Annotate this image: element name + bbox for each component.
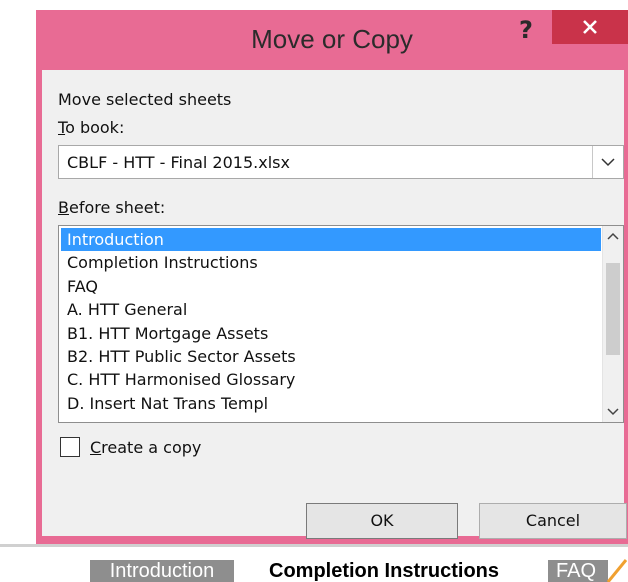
before-sheet-label-text: efore sheet: [68, 198, 166, 217]
create-copy-label[interactable]: Create a copy [90, 438, 201, 457]
close-button[interactable] [552, 10, 628, 44]
before-sheet-listbox[interactable]: Introduction Completion Instructions FAQ… [58, 225, 624, 423]
vertical-scrollbar[interactable] [602, 226, 623, 422]
help-button[interactable]: ? [514, 16, 538, 46]
sheet-list-item[interactable]: Completion Instructions [61, 251, 601, 274]
sheet-list-item[interactable]: B1. HTT Mortgage Assets [61, 322, 601, 345]
sheet-list: Introduction Completion Instructions FAQ… [61, 228, 601, 420]
scroll-down-button[interactable] [603, 402, 623, 422]
sheet-tab-completion-instructions[interactable]: Completion Instructions [234, 560, 534, 582]
sheet-tab-faq[interactable]: FAQ [548, 560, 608, 582]
sheet-tab-introduction[interactable]: Introduction [90, 560, 234, 582]
create-copy-accelerator: C [90, 438, 102, 457]
to-book-accelerator: T [58, 118, 66, 137]
chevron-down-icon [607, 408, 619, 416]
dialog-body: Move selected sheets To book: CBLF - HTT… [42, 70, 627, 539]
move-selected-sheets-label: Move selected sheets [58, 90, 232, 109]
create-copy-checkbox[interactable] [60, 437, 80, 457]
scroll-up-button[interactable] [603, 226, 623, 246]
cancel-button[interactable]: Cancel [479, 503, 627, 539]
sheet-list-item[interactable]: Introduction [61, 228, 601, 252]
create-copy-label-text: reate a copy [101, 438, 202, 457]
to-book-value: CBLF - HTT - Final 2015.xlsx [67, 153, 290, 172]
move-or-copy-dialog: Move or Copy ? Move selected sheets To b… [36, 10, 628, 544]
chevron-down-icon [601, 157, 615, 166]
to-book-label-text: o book: [65, 118, 125, 137]
chevron-up-icon [607, 232, 619, 240]
to-book-dropdown[interactable]: CBLF - HTT - Final 2015.xlsx [58, 145, 624, 179]
sheet-list-item[interactable]: B2. HTT Public Sector Assets [61, 345, 601, 368]
tab-edge-accent [606, 559, 628, 582]
tab-bar-divider [0, 544, 628, 547]
sheet-list-item[interactable]: FAQ [61, 275, 601, 298]
close-icon [583, 20, 597, 34]
before-sheet-label: Before sheet: [58, 198, 165, 217]
dialog-title: Move or Copy [251, 24, 413, 54]
sheet-list-item[interactable]: A. HTT General [61, 298, 601, 321]
sheet-list-item[interactable]: C. HTT Harmonised Glossary [61, 368, 601, 391]
to-book-label: To book: [58, 118, 124, 137]
scrollbar-thumb[interactable] [606, 263, 620, 355]
ok-button[interactable]: OK [306, 503, 458, 539]
sheet-tab-bar: Introduction Completion Instructions FAQ [0, 544, 628, 582]
title-bar[interactable]: Move or Copy ? [36, 10, 628, 70]
before-sheet-accelerator: B [58, 198, 69, 217]
sheet-list-item[interactable]: D. Insert Nat Trans Templ [61, 392, 601, 415]
dropdown-button[interactable] [592, 146, 623, 178]
